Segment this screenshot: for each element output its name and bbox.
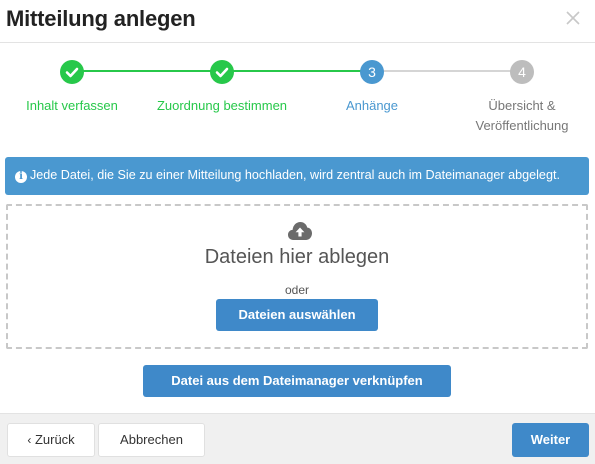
step-4-label-line1: Übersicht & [488,98,556,113]
step-1-check-icon [60,60,84,84]
info-banner: i Jede Datei, die Sie zu einer Mitteilung… [5,157,589,195]
wizard-stepper: Inhalt verfassen Zuordnung bestimmen 3 A… [0,43,595,153]
step-4-label: Übersicht & Veröffentlichung [457,96,587,136]
dialog-title: Mitteilung anlegen [6,6,196,31]
step-2-label: Zuordnung bestimmen [156,98,288,113]
back-button[interactable]: ‹ Zurück [7,423,95,457]
step-2-check-icon [210,60,234,84]
cloud-upload-icon [287,220,313,247]
step-4-label-line2: Veröffentlichung [475,118,569,133]
dropzone-text: Dateien hier ablegen [204,246,390,268]
step-1-label: Inhalt verfassen [26,98,118,113]
close-icon[interactable] [563,8,583,28]
info-text: Jede Datei, die Sie zu einer Mitteilung … [30,168,560,182]
link-from-filemanager-button[interactable]: Datei aus dem Dateimanager verknüpfen [143,365,451,397]
info-icon: i [15,171,27,183]
next-button[interactable]: Weiter [512,423,589,457]
dialog-header: Mitteilung anlegen [0,0,595,43]
step-connector-done [222,70,372,72]
step-3-label: Anhänge [345,98,399,113]
select-files-button[interactable]: Dateien auswählen [216,299,378,331]
cancel-button[interactable]: Abbrechen [98,423,205,457]
step-connector-pending [372,70,522,72]
chevron-left-icon: ‹ [27,433,32,447]
step-4-number: 4 [510,60,534,84]
dropzone-or-text: oder [284,283,310,297]
back-label: Zurück [34,432,75,447]
step-3-number: 3 [360,60,384,84]
step-connector-done [72,70,222,72]
dialog-footer: ‹ Zurück Abbrechen Weiter [0,413,595,464]
